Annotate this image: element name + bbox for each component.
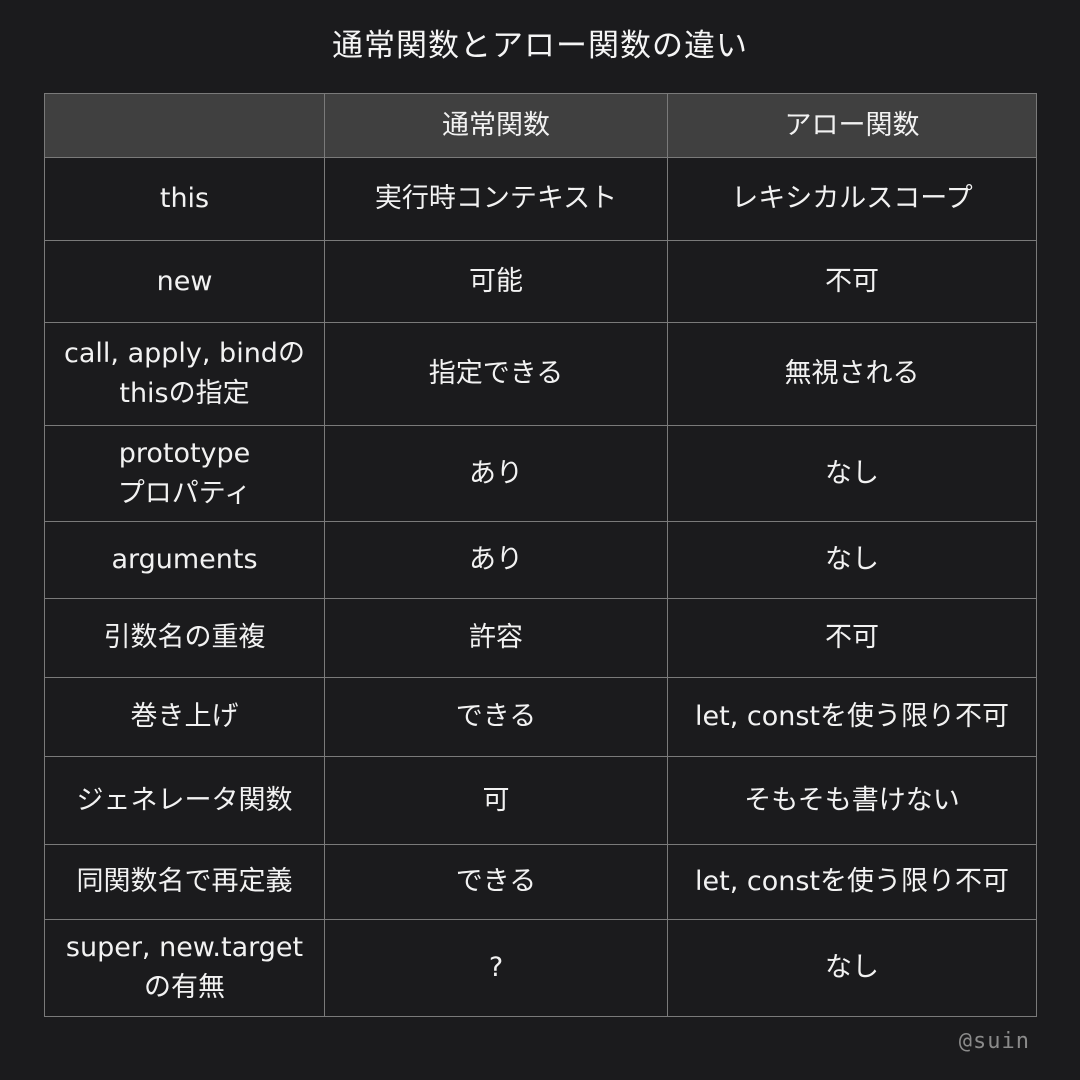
- arrow-cell: そもそも書けない: [667, 756, 1037, 845]
- arrow-cell: let, constを使う限り不可: [667, 677, 1037, 757]
- author-credit: @suin: [958, 1029, 1030, 1054]
- table-row: 巻き上げ できる let, constを使う限り不可: [44, 677, 1037, 757]
- feature-cell: arguments: [44, 521, 325, 599]
- arrow-cell: let, constを使う限り不可: [667, 844, 1037, 920]
- feature-label: this: [159, 183, 210, 214]
- normal-cell: 実行時コンテキスト: [324, 157, 668, 241]
- header-feature: [44, 93, 325, 158]
- comparison-table: 通常関数 アロー関数 this 実行時コンテキスト レキシカルスコープ new …: [44, 93, 1037, 1017]
- normal-cell: 許容: [324, 598, 668, 678]
- feature-label: call, apply, bindの thisの指定: [64, 338, 305, 409]
- header-normal-function: 通常関数: [324, 93, 668, 158]
- arrow-cell: レキシカルスコープ: [667, 157, 1037, 241]
- feature-cell: call, apply, bindの thisの指定: [44, 322, 325, 426]
- normal-cell: 指定できる: [324, 322, 668, 426]
- feature-label: ジェネレータ関数: [76, 784, 293, 816]
- table-row: 同関数名で再定義 できる let, constを使う限り不可: [44, 844, 1037, 920]
- normal-cell: あり: [324, 425, 668, 522]
- arrow-cell: 不可: [667, 598, 1037, 678]
- table-row: ジェネレータ関数 可 そもそも書けない: [44, 756, 1037, 845]
- arrow-cell: 不可: [667, 240, 1037, 323]
- feature-label: new: [156, 265, 213, 297]
- header-arrow-function: アロー関数: [667, 93, 1037, 158]
- table-row: 引数名の重複 許容 不可: [44, 598, 1037, 678]
- feature-cell: new: [44, 240, 325, 323]
- normal-cell: 可能: [324, 240, 668, 323]
- table-row: call, apply, bindの thisの指定 指定できる 無視される: [44, 322, 1037, 426]
- normal-cell: 可: [324, 756, 668, 845]
- table-header-row: 通常関数 アロー関数: [44, 93, 1037, 158]
- feature-cell: 巻き上げ: [44, 677, 325, 757]
- feature-cell: this: [44, 157, 325, 241]
- table-row: this 実行時コンテキスト レキシカルスコープ: [44, 157, 1037, 241]
- normal-cell: あり: [324, 521, 668, 599]
- feature-cell: prototype プロパティ: [44, 425, 325, 522]
- arrow-cell: なし: [667, 919, 1037, 1017]
- normal-cell: ?: [324, 919, 668, 1017]
- feature-cell: ジェネレータ関数: [44, 756, 325, 845]
- normal-cell: できる: [324, 677, 668, 757]
- arrow-cell: なし: [667, 425, 1037, 522]
- feature-label: 同関数名で再定義: [76, 866, 293, 897]
- table-row: new 可能 不可: [44, 240, 1037, 323]
- feature-label: prototype プロパティ: [117, 437, 252, 509]
- page-title: 通常関数とアロー関数の違い: [332, 28, 748, 64]
- table-row: arguments あり なし: [44, 521, 1037, 599]
- normal-cell: できる: [324, 844, 668, 920]
- arrow-cell: 無視される: [667, 322, 1037, 426]
- feature-label: 巻き上げ: [130, 701, 239, 732]
- feature-label: 引数名の重複: [103, 622, 266, 653]
- arrow-cell: なし: [667, 521, 1037, 599]
- feature-cell: 同関数名で再定義: [44, 844, 325, 920]
- feature-label: arguments: [111, 544, 258, 575]
- feature-cell: super, new.target の有無: [44, 919, 325, 1017]
- table-row: prototype プロパティ あり なし: [44, 425, 1037, 522]
- feature-label: super, new.target の有無: [65, 932, 304, 1003]
- table-row: super, new.target の有無 ? なし: [44, 919, 1037, 1017]
- feature-cell: 引数名の重複: [44, 598, 325, 678]
